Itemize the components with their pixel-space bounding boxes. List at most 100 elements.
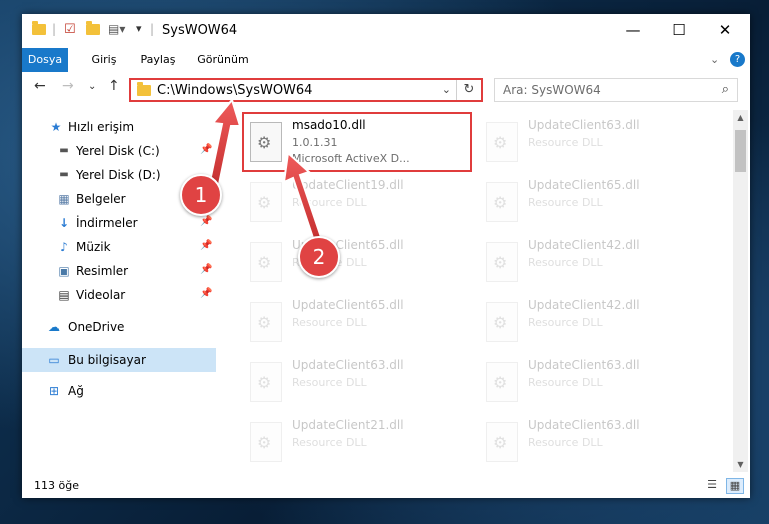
file-description: Microsoft ActiveX D...	[292, 152, 410, 165]
dll-file-icon	[250, 182, 282, 222]
file-version: 1.0.1.31	[292, 136, 338, 149]
recent-locations-icon[interactable]: ⌄	[88, 81, 96, 92]
sidebar-item-label: Videolar	[76, 288, 126, 302]
file-item[interactable]: UpdateClient21.dll Resource DLL	[244, 414, 470, 468]
pin-icon[interactable]: 📌	[200, 240, 212, 251]
sidebar-item-label: Ağ	[68, 384, 84, 398]
pin-icon[interactable]: 📌	[200, 288, 212, 299]
sidebar-item-label: Hızlı erişim	[68, 120, 135, 134]
tab-view[interactable]: Görünüm	[194, 48, 252, 72]
help-button[interactable]: ?	[730, 52, 745, 67]
drive-icon: ▬	[59, 169, 69, 180]
dll-file-icon	[486, 242, 518, 282]
window-title: SysWOW64	[162, 23, 238, 38]
file-item[interactable]: UpdateClient63.dll Resource DLL	[480, 114, 706, 170]
dll-file-icon	[250, 122, 282, 162]
sidebar-item-videos[interactable]: ▤ Videolar 📌	[22, 284, 216, 306]
sidebar-item-downloads[interactable]: ↓ İndirmeler 📌	[22, 212, 216, 234]
item-count: 113 öğe	[34, 479, 79, 492]
dll-file-icon	[486, 302, 518, 342]
music-icon: ♪	[60, 240, 68, 254]
sidebar-item-local-disk-c[interactable]: ▬ Yerel Disk (C:) 📌	[22, 140, 216, 162]
forward-icon[interactable]: →	[62, 78, 74, 94]
sidebar-item-label: Belgeler	[76, 192, 126, 206]
file-item[interactable]: UpdateClient42.dll Resource DLL	[480, 234, 706, 290]
file-type: Resource DLL	[528, 196, 603, 209]
file-name: UpdateClient19.dll	[292, 178, 404, 192]
chevron-down-icon[interactable]: ⌄	[442, 83, 451, 96]
scrollbar-thumb[interactable]	[735, 130, 746, 172]
scroll-up-icon[interactable]: ▲	[733, 110, 748, 125]
file-item[interactable]: UpdateClient65.dll Resource DLL	[244, 234, 470, 290]
navigation-bar: ← → ⌄ ↑ C:\Windows\SysWOW64 ⌄ ↻ Ara: Sys…	[22, 72, 750, 106]
star-icon: ★	[50, 120, 62, 134]
up-icon[interactable]: ↑	[108, 78, 120, 94]
file-type: Resource DLL	[528, 376, 603, 389]
vertical-scrollbar[interactable]: ▲ ▼	[733, 110, 748, 472]
sidebar-item-label: Bu bilgisayar	[68, 353, 146, 367]
new-folder-icon[interactable]	[86, 21, 100, 40]
cloud-icon: ☁	[48, 320, 60, 334]
maximize-button[interactable]: ☐	[656, 14, 702, 46]
file-name: UpdateClient65.dll	[528, 178, 640, 192]
pin-icon[interactable]: 📌	[200, 144, 212, 155]
sidebar-item-quick-access[interactable]: ★ Hızlı erişim	[22, 116, 216, 138]
file-type: Resource DLL	[292, 316, 367, 329]
pin-icon[interactable]: 📌	[200, 264, 212, 275]
quick-access-dropdown-icon[interactable]: ▾	[136, 22, 142, 40]
details-view-icon[interactable]: ☰	[704, 478, 720, 492]
file-name: UpdateClient42.dll	[528, 298, 640, 312]
address-bar[interactable]: C:\Windows\SysWOW64 ⌄ ↻	[129, 78, 483, 102]
sidebar-item-label: Yerel Disk (D:)	[76, 168, 161, 182]
sidebar-item-label: Yerel Disk (C:)	[76, 144, 160, 158]
sidebar-item-network[interactable]: ⊞ Ağ	[22, 380, 216, 402]
sidebar-item-music[interactable]: ♪ Müzik 📌	[22, 236, 216, 258]
minimize-button[interactable]: —	[610, 14, 656, 46]
large-icons-view-icon[interactable]: ▦	[726, 478, 744, 494]
pin-icon[interactable]: 📌	[200, 216, 212, 227]
sidebar-item-label: Müzik	[76, 240, 111, 254]
search-input[interactable]: Ara: SysWOW64 ⌕	[494, 78, 738, 102]
file-item[interactable]: UpdateClient65.dll Resource DLL	[244, 294, 470, 350]
file-item[interactable]: UpdateClient63.dll Resource DLL	[244, 354, 470, 410]
dll-file-icon	[486, 362, 518, 402]
file-item[interactable]: UpdateClient63.dll Resource DLL	[480, 354, 706, 410]
network-icon: ⊞	[48, 384, 60, 398]
file-list: msado10.dll 1.0.1.31 Microsoft ActiveX D…	[232, 110, 732, 468]
file-item[interactable]: UpdateClient63.dll Resource DLL	[480, 414, 706, 468]
scroll-down-icon[interactable]: ▼	[733, 457, 748, 472]
sidebar-item-pictures[interactable]: ▣ Resimler 📌	[22, 260, 216, 282]
customize-icon[interactable]: ▤▾	[108, 22, 125, 40]
back-icon[interactable]: ←	[34, 78, 46, 94]
file-name: UpdateClient21.dll	[292, 418, 404, 432]
videos-icon: ▤	[58, 288, 70, 302]
file-name: UpdateClient65.dll	[292, 298, 404, 312]
folder-icon	[137, 82, 151, 96]
tab-home[interactable]: Giriş	[84, 48, 124, 72]
dll-file-icon	[486, 122, 518, 162]
file-item[interactable]: UpdateClient19.dll Resource DLL	[244, 174, 470, 230]
properties-icon[interactable]: ☑	[64, 22, 76, 40]
file-item-msado10[interactable]: msado10.dll 1.0.1.31 Microsoft ActiveX D…	[242, 112, 472, 172]
file-type: Resource DLL	[292, 436, 367, 449]
file-type: Resource DLL	[528, 316, 603, 329]
ribbon-expand-icon[interactable]: ⌄	[710, 53, 719, 66]
navigation-pane: ★ Hızlı erişim ▬ Yerel Disk (C:) 📌 ▬ Yer…	[22, 110, 216, 470]
dll-file-icon	[250, 362, 282, 402]
sidebar-item-this-pc[interactable]: ▭ Bu bilgisayar	[22, 348, 216, 372]
refresh-icon[interactable]: ↻	[456, 80, 481, 100]
file-item[interactable]: UpdateClient65.dll Resource DLL	[480, 174, 706, 230]
dll-file-icon	[486, 422, 518, 462]
dll-file-icon	[486, 182, 518, 222]
tab-share[interactable]: Paylaş	[134, 48, 182, 72]
search-icon[interactable]: ⌕	[722, 82, 729, 97]
title-bar: | ☑ ▤▾ ▾ | SysWOW64 — ☐ ✕	[22, 14, 750, 48]
file-type: Resource DLL	[528, 136, 603, 149]
file-type: Resource DLL	[292, 376, 367, 389]
file-name: UpdateClient63.dll	[528, 418, 640, 432]
separator: |	[150, 22, 155, 36]
ribbon: Dosya Giriş Paylaş Görünüm ⌄ ?	[22, 48, 750, 104]
sidebar-item-onedrive[interactable]: ☁ OneDrive	[22, 316, 216, 338]
close-button[interactable]: ✕	[702, 14, 748, 46]
file-item[interactable]: UpdateClient42.dll Resource DLL	[480, 294, 706, 350]
